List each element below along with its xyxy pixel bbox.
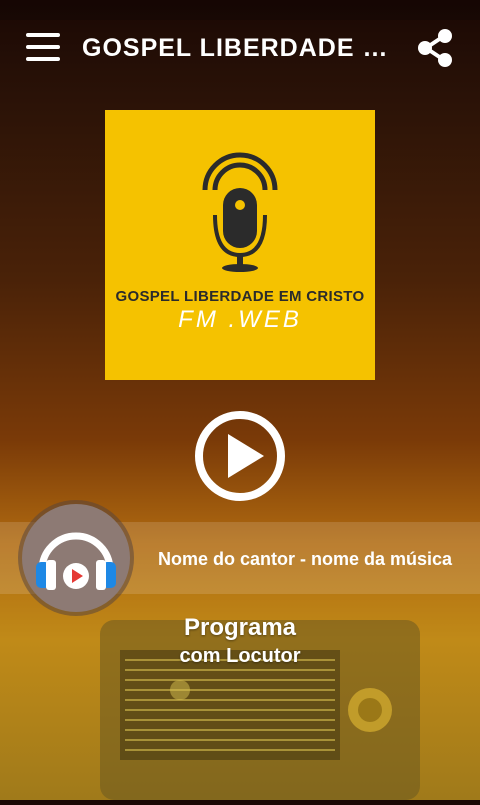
play-button[interactable] <box>194 410 286 502</box>
headphones-badge <box>22 504 130 612</box>
program-host: com Locutor <box>179 645 301 667</box>
logo-text-name: GOSPEL LIBERDADE EM CRISTO <box>115 288 365 305</box>
now-playing-text: Nome do cantor - nome da música <box>157 549 453 569</box>
share-icon <box>418 29 452 67</box>
headphones-icon <box>36 532 116 590</box>
share-button[interactable] <box>414 26 458 70</box>
program-name: Programa <box>183 614 297 641</box>
microphone-icon <box>202 152 278 272</box>
play-icon <box>195 411 285 501</box>
station-logo: GOSPEL LIBERDADE EM CRISTO FM .WEB <box>105 110 375 380</box>
logo-text-fm: FM .WEB <box>178 306 302 333</box>
hamburger-menu-icon <box>26 33 60 37</box>
status-bar <box>0 0 480 20</box>
app-title: GOSPEL LIBERDADE EM CRISTO FM .WEB <box>82 34 402 62</box>
menu-button[interactable] <box>26 33 62 63</box>
